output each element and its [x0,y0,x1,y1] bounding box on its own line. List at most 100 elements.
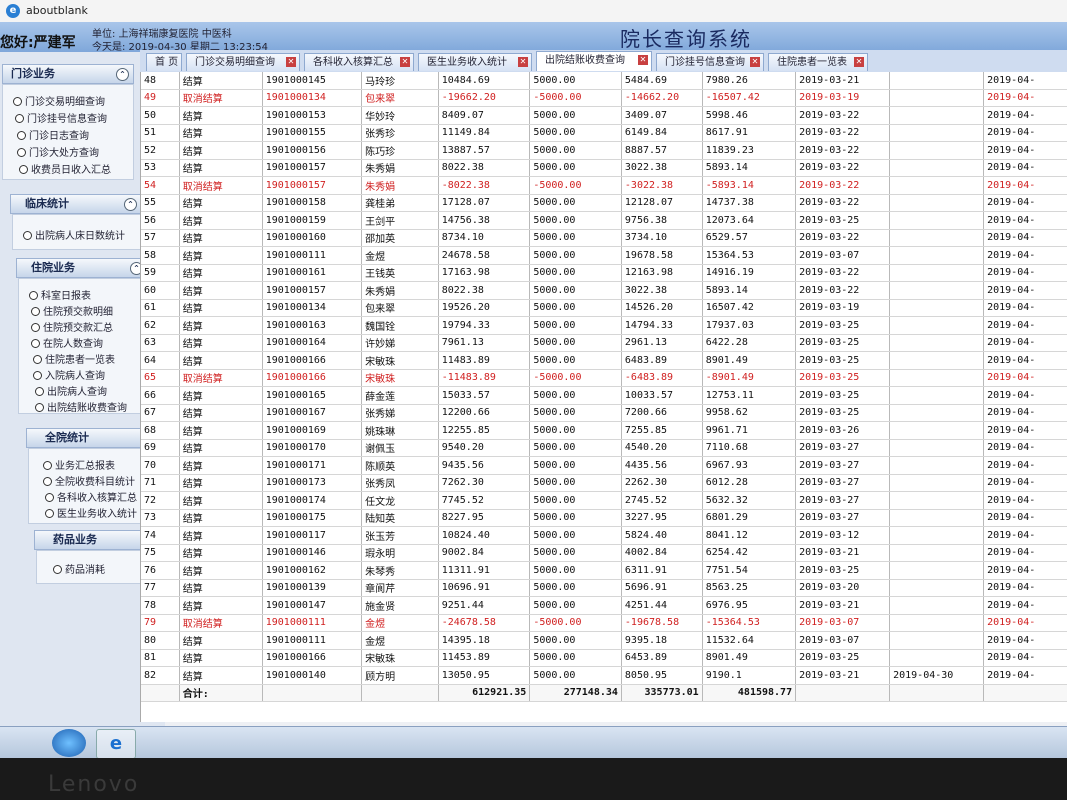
sidebar-item-outpatient-registration[interactable]: 门诊挂号信息查询 [15,110,107,125]
table-row[interactable]: 53 结算 1901000157 朱秀娟 8022.38 5000.00 3022.38 58… [141,159,1067,177]
tab-discharge-billing[interactable]: 出院结账收费查询 ✕ [536,51,652,71]
close-icon[interactable]: ✕ [400,57,410,67]
table-row[interactable]: 60 结算 1901000157 朱秀娟 8022.38 5000.00 3022.38 58… [141,281,1067,300]
sidebar-item-discharge-billing[interactable]: 出院结账收费查询 [35,399,127,414]
sidebar-item-cashier-income[interactable]: 收费员日收入汇总 [19,161,111,176]
table-row[interactable]: 52 结算 1901000156 陈巧珍 13887.57 5000.00 8887.57 1… [141,141,1067,160]
table-row[interactable]: 81 结算 1901000166 宋敏珠 11453.89 5000.00 6453.89 8… [141,649,1067,667]
table-cell [889,89,985,107]
table-row[interactable]: 58 结算 1901000111 金煜 24678.58 5000.00 19678.58 1… [141,246,1067,265]
sidebar-item-business-summary[interactable]: 业务汇总报表 [43,457,115,472]
table-row[interactable]: 69 结算 1901000170 谢佩玉 9540.20 5000.00 4540.20 71… [141,439,1067,457]
table-cell: 4002.84 [621,544,703,562]
sidebar-item-outpatient-log[interactable]: 门诊日志查询 [17,127,89,142]
table-row[interactable]: 50 结算 1901000153 华妙玲 8409.07 5000.00 3409.07 59… [141,106,1067,125]
sidebar-item-prepay-summary[interactable]: 住院预交款汇总 [31,319,113,334]
table-row[interactable]: 54 取消结算 1901000157 朱秀娟 -8022.38 -5000.00 -3022… [141,176,1067,195]
sidebar-item-prepay-detail[interactable]: 住院预交款明细 [31,303,113,318]
sidebar-item-discharge-query[interactable]: 出院病人查询 [35,383,107,398]
tab-home[interactable]: 首 页 [146,53,182,71]
table-row[interactable]: 57 结算 1901000160 邵加英 8734.10 5000.00 3734.10 65… [141,229,1067,247]
panel-header-outpatient[interactable]: 门诊业务 ⌃ [2,64,134,84]
close-icon[interactable]: ✕ [286,57,296,67]
table-row[interactable]: 56 结算 1901000159 王剑平 14756.38 5000.00 9756.38 1… [141,211,1067,230]
table-cell: 5000.00 [529,649,622,667]
table-cell: 9002.84 [438,544,531,562]
close-icon[interactable]: ✕ [638,55,648,65]
table-row[interactable]: 74 结算 1901000117 张玉芳 10824.40 5000.00 5824.40 8… [141,526,1067,545]
table-row[interactable]: 68 结算 1901000169 姚珠琳 12255.85 5000.00 7255.85 9… [141,421,1067,440]
collapse-icon[interactable]: ⌃ [116,68,129,81]
table-row[interactable]: 61 结算 1901000134 包来翠 19526.20 5000.00 14526.20… [141,299,1067,317]
table-cell: 9251.44 [438,596,531,615]
table-cell: 瑕永明 [361,544,439,562]
tab-dept-income[interactable]: 各科收入核算汇总 ✕ [304,53,414,71]
table-cell [889,159,985,177]
table-cell: 77 [141,579,180,597]
table-row[interactable]: 76 结算 1901000162 朱琴秀 11311.91 5000.00 6311.91 7… [141,561,1067,580]
table-cell: 2019-03-22 [795,176,891,195]
table-row[interactable]: 62 结算 1901000163 魏国铨 19794.33 5000.00 14794.33… [141,316,1067,335]
table-row[interactable]: 66 结算 1901000165 薛金莲 15033.57 5000.00 10033.57… [141,386,1067,405]
sidebar-item-large-prescription[interactable]: 门诊大处方查询 [17,144,99,159]
table-row[interactable]: 63 结算 1901000164 许妙娣 7961.13 5000.00 2961.13 64… [141,334,1067,352]
sidebar-item-dept-daily[interactable]: 科室日报表 [29,287,91,302]
sidebar-item-inpatient-count[interactable]: 在院人数查询 [31,335,103,350]
close-icon[interactable]: ✕ [750,57,760,67]
table-cell: 5000.00 [529,281,622,300]
table-row[interactable]: 78 结算 1901000147 施金贤 9251.44 5000.00 4251.44 69… [141,596,1067,615]
table-row[interactable]: 75 结算 1901000146 瑕永明 9002.84 5000.00 4002.84 62… [141,544,1067,562]
table-cell: 1901000111 [262,246,363,265]
sidebar-item-patient-list[interactable]: 住院患者一览表 [33,351,115,366]
table-row[interactable]: 65 取消结算 1901000166 宋敏珠 -11483.89 -5000.00 -648… [141,369,1067,387]
sidebar-item-admission-query[interactable]: 入院病人查询 [33,367,105,382]
table-cell [889,526,985,545]
table-row[interactable]: 80 结算 1901000111 金煜 14395.18 5000.00 9395.18 11… [141,631,1067,650]
sidebar-item-drug-consumption[interactable]: 药品消耗 [53,561,105,576]
sidebar-item-doctor-income[interactable]: 医生业务收入统计 [45,505,137,520]
table-cell: 2019-04- [983,159,1067,177]
table-cell: 朱秀娟 [361,159,439,177]
table-row[interactable]: 64 结算 1901000166 宋敏珠 11483.89 5000.00 6483.89 8… [141,351,1067,370]
table-cell: 9756.38 [621,211,703,230]
close-icon[interactable]: ✕ [854,57,864,67]
tab-outpatient-registration[interactable]: 门诊挂号信息查询 ✕ [656,53,764,71]
table-row[interactable]: 79 取消结算 1901000111 金煜 -24678.58 -5000.00 -1967… [141,614,1067,632]
start-button[interactable] [52,729,86,757]
table-row[interactable]: 55 结算 1901000158 龚桂弟 17128.07 5000.00 12128.07… [141,194,1067,212]
table-row[interactable]: 72 结算 1901000174 任文龙 7745.52 5000.00 2745.52 56… [141,491,1067,510]
taskbar-ie-icon[interactable]: e [96,729,136,758]
table-row[interactable]: 48 结算 1901000145 马玲珍 10484.69 5000.00 5484.69 7… [141,72,1067,90]
sidebar-item-bed-days[interactable]: 出院病人床日数统计 [23,227,125,242]
table-row[interactable]: 82 结算 1901000140 顾方明 13050.95 5000.00 8050.95 9… [141,666,1067,685]
radio-icon [17,148,26,157]
table-cell: 5000.00 [529,666,622,685]
table-cell [889,614,985,632]
table-cell: 8734.10 [438,229,531,247]
tab-patient-list[interactable]: 住院患者一览表 ✕ [768,53,868,71]
table-cell: 5000.00 [529,404,622,422]
collapse-icon[interactable]: ⌃ [124,198,137,211]
table-cell [889,281,985,300]
table-row[interactable]: 51 结算 1901000155 张秀珍 11149.84 5000.00 6149.84 8… [141,124,1067,142]
table-cell: 包来翠 [361,89,439,107]
billing-grid: 48 结算 1901000145 马玲珍 10484.69 5000.00 5484.69 7… [140,72,1067,722]
sidebar-item-dept-income[interactable]: 各科收入核算汇总 [45,489,137,504]
tab-outpatient-transactions[interactable]: 门诊交易明细查询 ✕ [186,53,300,71]
table-row[interactable]: 59 结算 1901000161 王钱英 17163.98 5000.00 12163.98… [141,264,1067,282]
panel-header-inpatient[interactable]: 住院业务 ⌃ [16,258,148,278]
close-icon[interactable]: ✕ [518,57,528,67]
table-row[interactable]: 77 结算 1901000139 章阆芹 10696.91 5000.00 5696.91 8… [141,579,1067,597]
table-row[interactable]: 73 结算 1901000175 陆知英 8227.95 5000.00 3227.95 68… [141,509,1067,527]
table-row[interactable]: 49 取消结算 1901000134 包来翠 -19662.20 -5000.00 -146… [141,89,1067,107]
tab-doctor-income[interactable]: 医生业务收入统计 ✕ [418,53,532,71]
table-cell: 1901000164 [262,334,363,352]
table-row[interactable]: 71 结算 1901000173 张秀凤 7262.30 5000.00 2262.30 60… [141,474,1067,492]
panel-header-clinical[interactable]: 临床统计 ⌃ [10,194,142,214]
table-row[interactable]: 67 结算 1901000167 张秀娣 12200.66 5000.00 7200.66 9… [141,404,1067,422]
table-row[interactable]: 70 结算 1901000171 陈顺英 9435.56 5000.00 4435.56 69… [141,456,1067,475]
panel-header-hospital[interactable]: 全院统计 ⌃ [26,428,158,448]
sidebar-item-fee-category[interactable]: 全院收费科目统计 [43,473,135,488]
sidebar-item-outpatient-transactions[interactable]: 门诊交易明细查询 [13,93,105,108]
user-greeting: 您好:严建军 [0,35,76,51]
